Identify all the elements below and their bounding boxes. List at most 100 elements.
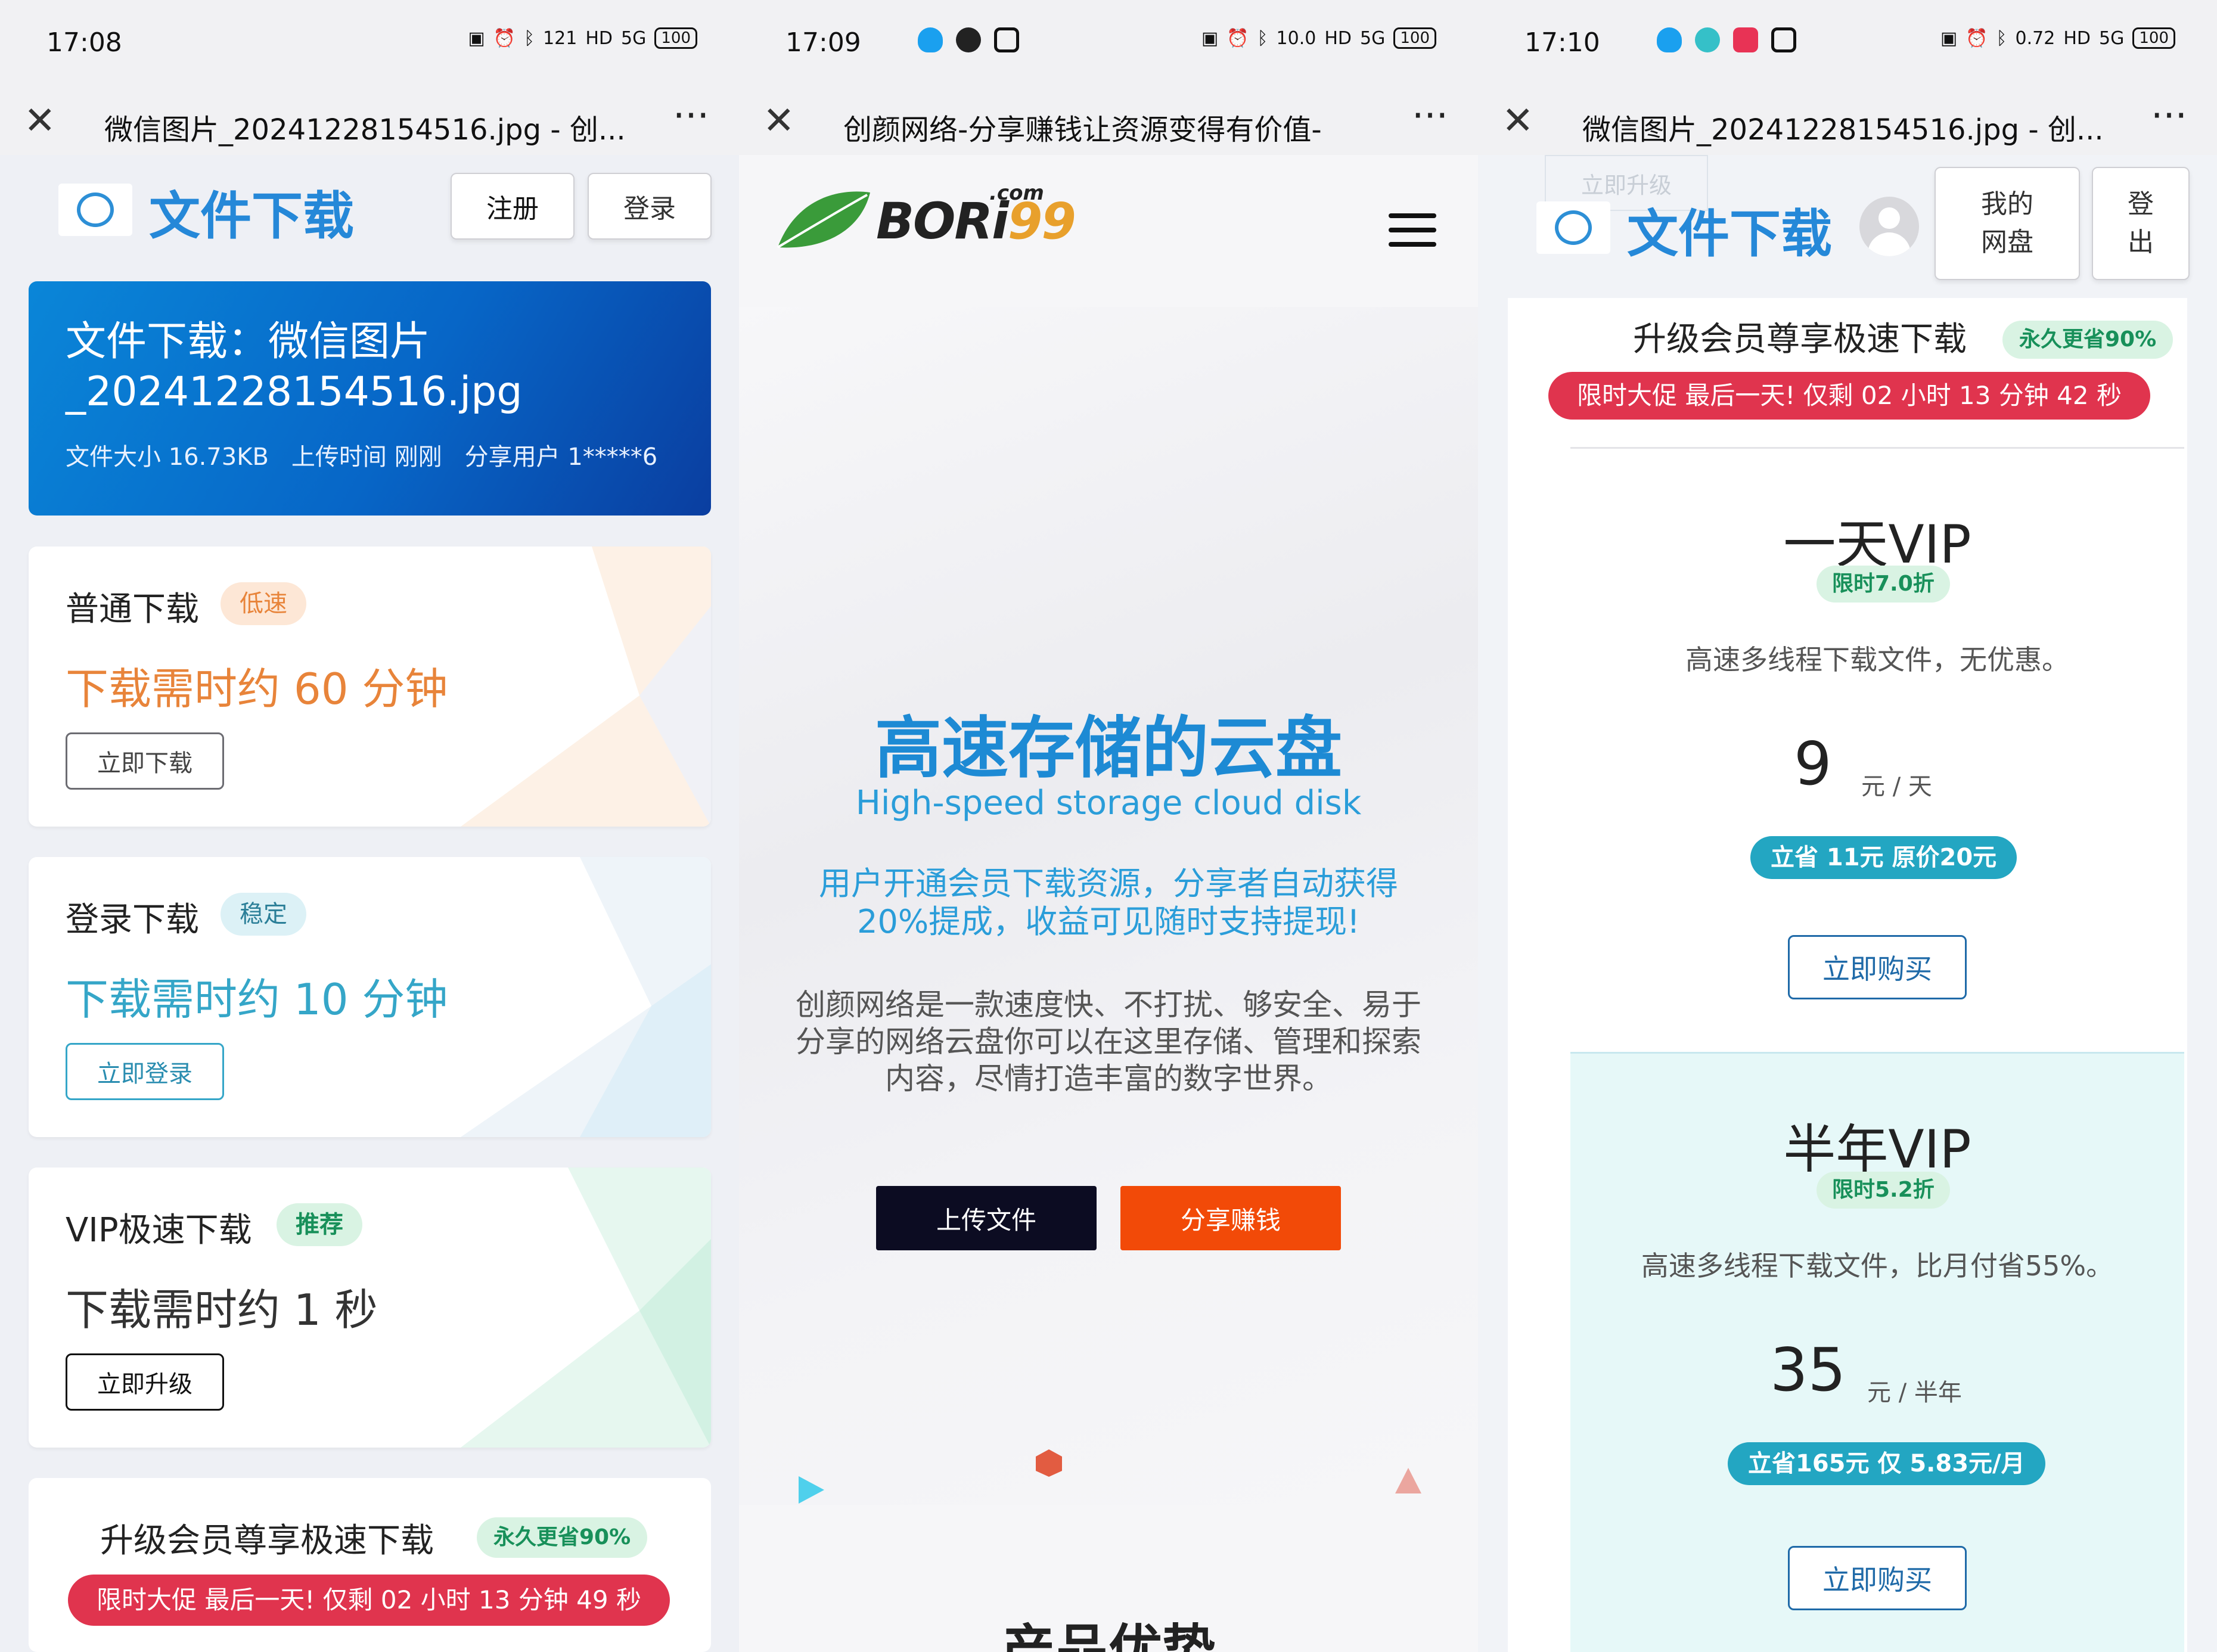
login-button[interactable]: 登录 bbox=[588, 173, 712, 240]
eta-text: 下载需时约 1 秒 bbox=[66, 1285, 378, 1335]
more-icon[interactable]: ··· bbox=[1412, 94, 1448, 138]
site-header: 立即升级 文件下载 我的 网盘 登出 bbox=[1478, 155, 2217, 298]
recommend-tag: 推荐 bbox=[277, 1203, 362, 1246]
video-icon bbox=[1733, 27, 1758, 52]
hd-badge: HD bbox=[2063, 27, 2091, 49]
status-icons: ▣ ⏰ ᛒ 10.0 HD 5G 100 bbox=[1201, 27, 1436, 49]
hero-subheading: High-speed storage cloud disk bbox=[855, 784, 1362, 822]
stable-tag: 稳定 bbox=[221, 893, 306, 936]
card-title: 登录下载 bbox=[66, 900, 199, 939]
close-icon[interactable]: ✕ bbox=[1502, 99, 1534, 143]
card-title: VIP极速下载 bbox=[66, 1211, 252, 1250]
hd-badge: HD bbox=[585, 27, 613, 49]
eta-text: 下载需时约 10 分钟 bbox=[66, 974, 448, 1024]
buy-now-button[interactable]: 立即购买 bbox=[1788, 1546, 1967, 1610]
more-icon[interactable]: ··· bbox=[2151, 94, 2187, 138]
share-earn-button[interactable]: 分享赚钱 bbox=[1120, 1186, 1341, 1250]
site-logo-text[interactable]: BORi99 bbox=[876, 192, 1076, 250]
notification-icons bbox=[918, 27, 1019, 52]
decor-triangle-pink bbox=[1395, 1468, 1421, 1493]
nfc-icon: ▣ bbox=[1940, 27, 1958, 49]
vip-plans-container: 升级会员尊享极速下载 永久更省90% 限时大促 最后一天! 仅剩 02 小时 1… bbox=[1508, 298, 2187, 1652]
plan-saving: 立省165元 仅 5.83元/月 bbox=[1728, 1442, 2045, 1485]
plan-description: 高速多线程下载文件，比月付省55%。 bbox=[1641, 1250, 2114, 1282]
plan-price: 9 bbox=[1794, 729, 1832, 799]
wechat-icon bbox=[956, 27, 981, 52]
promo-save-badge: 永久更省90% bbox=[2002, 321, 2173, 359]
eta-text: 下载需时约 60 分钟 bbox=[66, 664, 448, 714]
my-disk-button[interactable]: 我的 网盘 bbox=[1935, 167, 2080, 280]
qq-icon bbox=[1657, 27, 1682, 52]
signal-icon: 5G bbox=[2099, 27, 2125, 49]
qq-icon bbox=[918, 27, 943, 52]
status-icons: ▣ ⏰ ᛒ 121 HD 5G 100 bbox=[468, 27, 697, 49]
app-icon bbox=[1695, 27, 1720, 52]
message-icon bbox=[1771, 27, 1796, 52]
bluetooth-icon: ᛒ bbox=[1257, 27, 1268, 49]
more-icon[interactable]: ··· bbox=[673, 94, 709, 138]
screen-homepage: 17:09 ▣ ⏰ ᛒ 10.0 HD 5G 100 ✕ 创颜网络-分享赚钱让资… bbox=[739, 0, 1478, 1652]
hero-heading: 高速存储的云盘 bbox=[875, 710, 1342, 787]
register-button[interactable]: 注册 bbox=[451, 173, 575, 240]
logout-button[interactable]: 登出 bbox=[2092, 167, 2190, 280]
signal-icon: 5G bbox=[1360, 27, 1386, 49]
net-speed: 10.0 bbox=[1276, 27, 1316, 49]
file-info-card: 文件下载：微信图片_20241228154516.jpg 文件大小 16.73K… bbox=[29, 281, 711, 516]
browser-titlebar: ✕ 创颜网络-分享赚钱让资源变得有价值- ··· bbox=[739, 89, 1478, 155]
share-user: 分享用户 1*****6 bbox=[464, 443, 658, 471]
close-icon[interactable]: ✕ bbox=[24, 99, 56, 143]
hero-description: 创颜网络是一款速度快、不打扰、够安全、易于分享的网络云盘你可以在这里存储、管理和… bbox=[796, 988, 1421, 1096]
buy-now-button[interactable]: 立即购买 bbox=[1788, 935, 1967, 999]
nfc-icon: ▣ bbox=[468, 27, 485, 49]
speed-tag: 低速 bbox=[221, 582, 306, 625]
plan-saving: 立省 11元 原价20元 bbox=[1750, 836, 2017, 879]
browser-titlebar: ✕ 微信图片_20241228154516.jpg - 创... ··· bbox=[0, 89, 739, 155]
bluetooth-icon: ᛒ bbox=[524, 27, 535, 49]
user-avatar-icon[interactable] bbox=[1859, 197, 1919, 256]
plan-description: 高速多线程下载文件，无优惠。 bbox=[1685, 644, 2069, 676]
login-now-button[interactable]: 立即登录 bbox=[66, 1043, 224, 1100]
hero-highlight-text: 用户开通会员下载资源，分享者自动获得20%提成，收益可见随时支持提现! bbox=[819, 865, 1398, 940]
hero-section: 高速存储的云盘 High-speed storage cloud disk 用户… bbox=[739, 307, 1478, 1576]
net-speed: 121 bbox=[543, 27, 577, 49]
message-icon bbox=[994, 27, 1019, 52]
promo-title: 升级会员尊享极速下载 bbox=[1633, 320, 1967, 359]
upload-time: 上传时间 刚刚 bbox=[291, 443, 442, 471]
vip-download-card: VIP极速下载 推荐 下载需时约 1 秒 立即升级 bbox=[29, 1167, 711, 1448]
vip-promo-card: 升级会员尊享极速下载 永久更省90% 限时大促 最后一天! 仅剩 02 小时 1… bbox=[29, 1478, 711, 1652]
robot-logo-icon[interactable] bbox=[58, 184, 132, 236]
alarm-icon: ⏰ bbox=[493, 27, 516, 49]
card-decoration bbox=[461, 857, 711, 1137]
upgrade-now-button[interactable]: 立即升级 bbox=[66, 1353, 224, 1411]
upload-file-button[interactable]: 上传文件 bbox=[876, 1186, 1097, 1250]
site-header: BORi99 .com bbox=[739, 155, 1478, 307]
plan-discount: 限时5.2折 bbox=[1817, 1172, 1950, 1209]
decor-triangle-cyan bbox=[799, 1476, 824, 1504]
status-time: 17:08 bbox=[46, 27, 122, 58]
close-icon[interactable]: ✕ bbox=[763, 99, 795, 143]
brand-title[interactable]: 文件下载 bbox=[149, 174, 354, 249]
net-speed: 0.72 bbox=[2015, 27, 2055, 49]
site-logo-domain: .com bbox=[989, 181, 1044, 205]
screen-vip-plans: 17:10 ▣ ⏰ ᛒ 0.72 HD 5G 100 ✕ 微信图片_202412… bbox=[1478, 0, 2217, 1652]
page-title: 微信图片_20241228154516.jpg - 创... bbox=[1582, 113, 2104, 147]
plan-unit: 元 / 天 bbox=[1861, 773, 1932, 800]
hamburger-menu-icon[interactable] bbox=[1389, 213, 1436, 247]
card-decoration bbox=[461, 546, 711, 827]
plan-discount: 限时7.0折 bbox=[1817, 566, 1950, 603]
file-meta: 文件大小 16.73KB 上传时间 刚刚 分享用户 1*****6 bbox=[66, 437, 657, 472]
bluetooth-icon: ᛒ bbox=[1996, 27, 2007, 49]
battery-icon: 100 bbox=[2132, 27, 2175, 49]
download-now-button[interactable]: 立即下载 bbox=[66, 732, 224, 790]
decor-hexagon-red bbox=[1036, 1449, 1062, 1477]
promo-title: 升级会员尊享极速下载 bbox=[100, 1521, 434, 1560]
hd-badge: HD bbox=[1324, 27, 1352, 49]
status-bar: 17:10 ▣ ⏰ ᛒ 0.72 HD 5G 100 bbox=[1478, 0, 2217, 89]
robot-logo-icon[interactable] bbox=[1536, 201, 1610, 254]
plan-price: 35 bbox=[1770, 1335, 1846, 1405]
brand-title[interactable]: 文件下载 bbox=[1627, 192, 1832, 266]
login-download-card: 登录下载 稳定 下载需时约 10 分钟 立即登录 bbox=[29, 857, 711, 1137]
card-decoration bbox=[461, 1167, 711, 1448]
leaf-logo-icon[interactable] bbox=[772, 188, 873, 253]
section-title: 产品优势 bbox=[1001, 1619, 1216, 1652]
